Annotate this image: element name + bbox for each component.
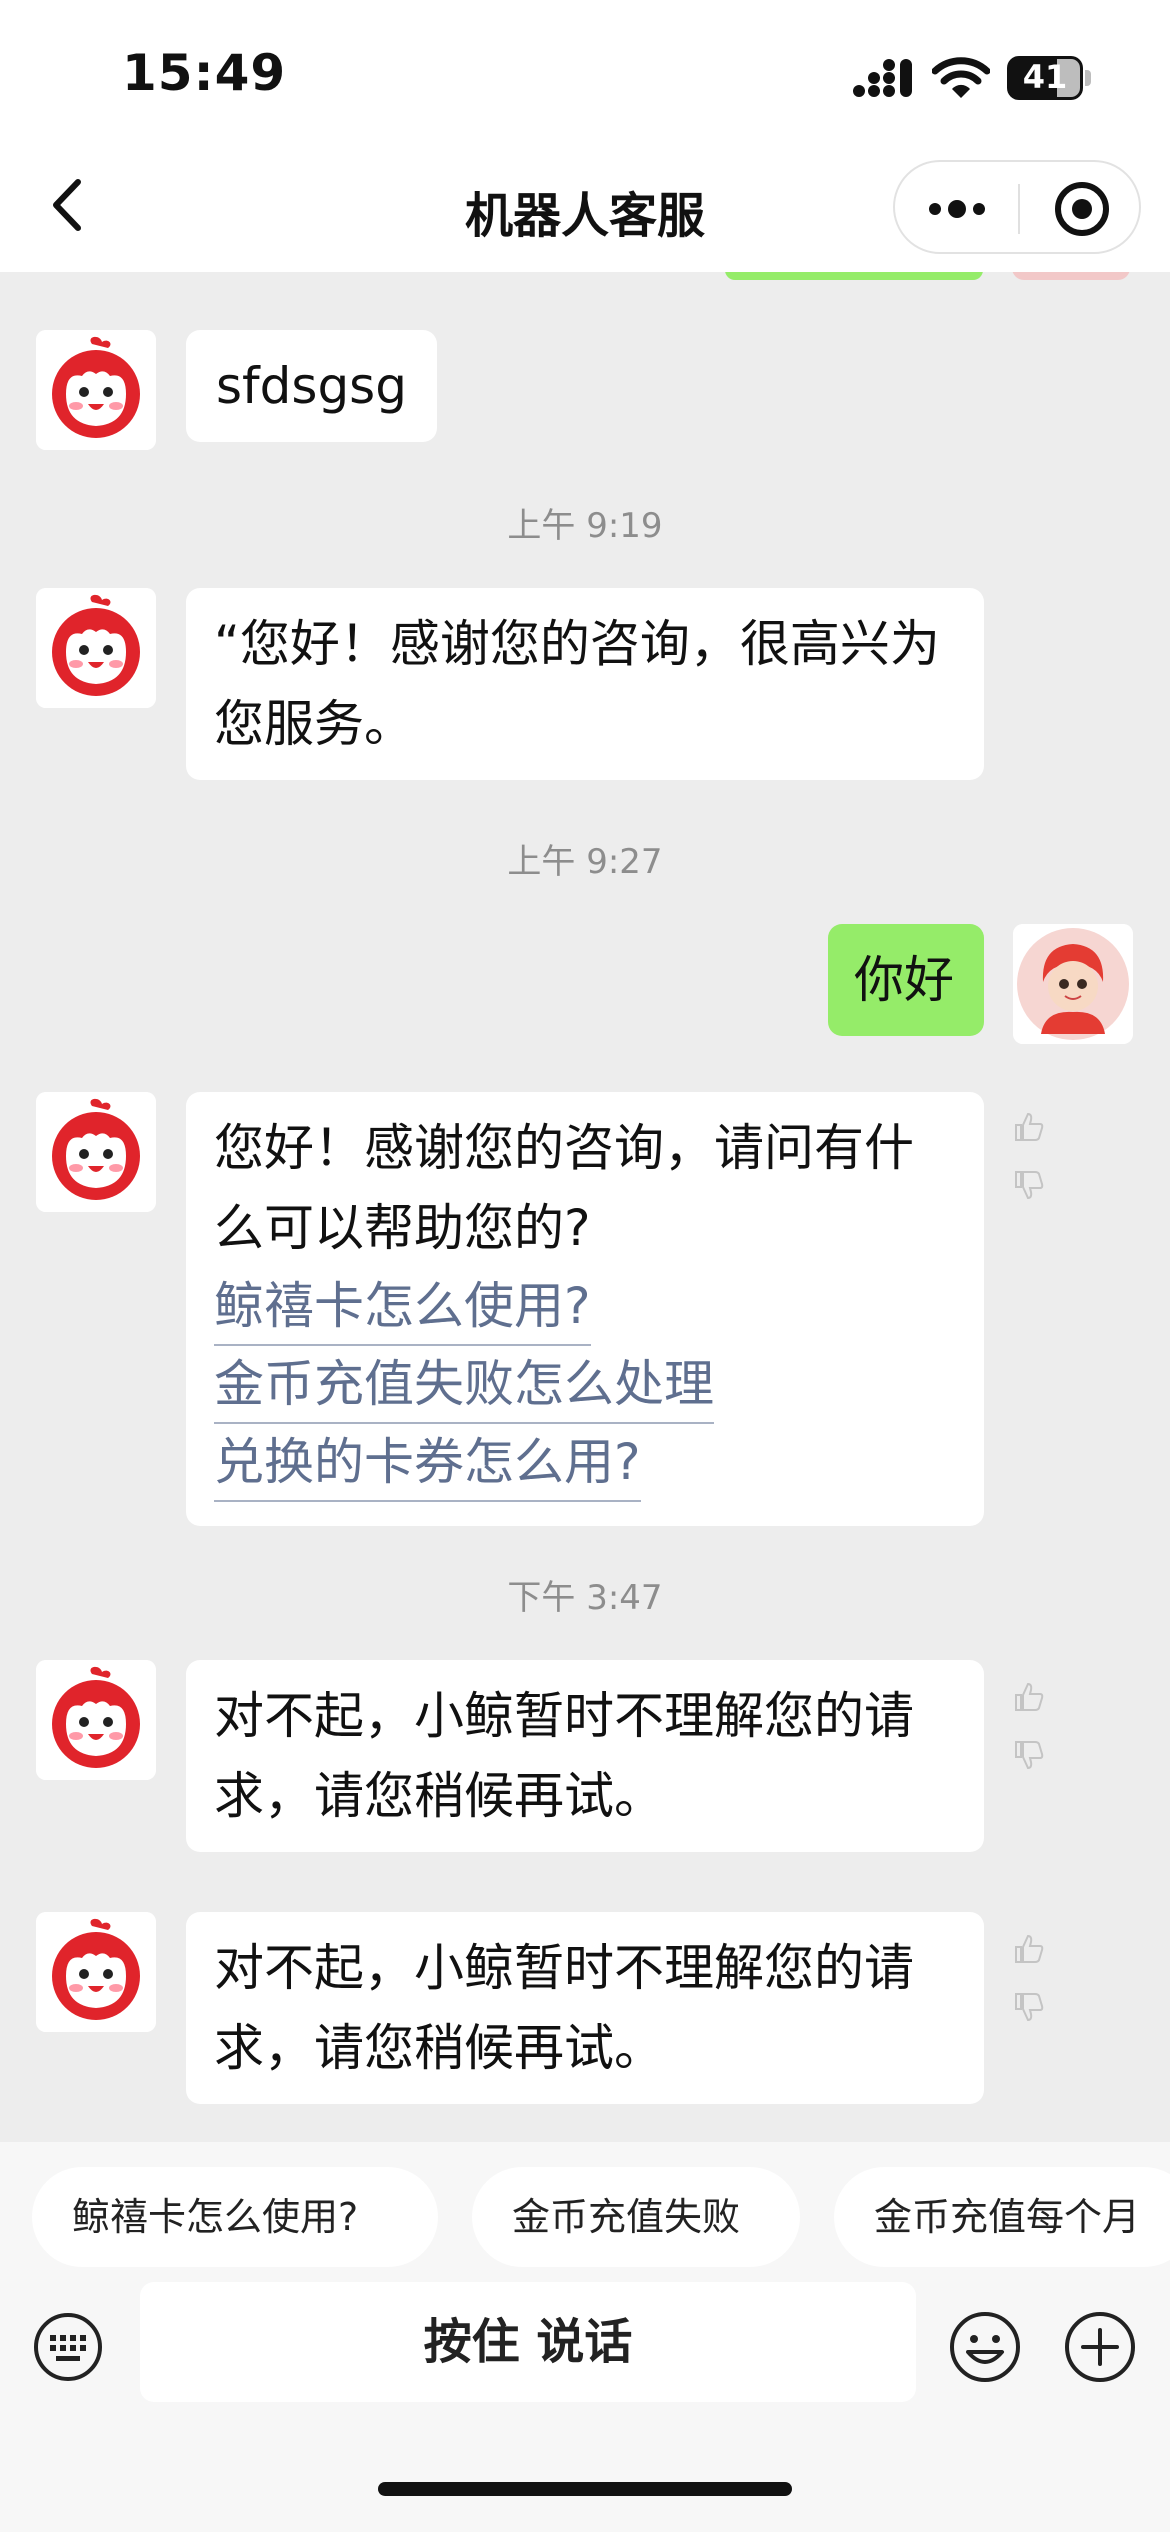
plus-icon[interactable]	[1063, 2310, 1137, 2384]
thumbs-down-icon[interactable]	[1012, 1168, 1046, 1202]
bot-avatar[interactable]	[36, 1912, 156, 2032]
bot-avatar[interactable]	[36, 330, 156, 450]
message-line: 对不起，小鲸暂时不理解您的请	[214, 1687, 914, 1745]
hold-to-talk-button[interactable]: 按住 说话	[140, 2282, 916, 2402]
thumbs-down-icon[interactable]	[1012, 1738, 1046, 1772]
timestamp: 上午 9:27	[507, 842, 663, 882]
user-message[interactable]: 你好	[828, 924, 984, 1036]
message-line: 求，请您稍候再试。	[214, 1767, 664, 1825]
input-bar: 按住 说话	[0, 2272, 1170, 2532]
keyboard-icon[interactable]	[32, 2311, 104, 2383]
message-line: 对不起，小鲸暂时不理解您的请	[214, 1939, 914, 1997]
top-bar: 15:49 41 机器人客服	[0, 0, 1170, 272]
miniprogram-capsule	[893, 160, 1141, 254]
bot-mascot-icon	[36, 588, 156, 708]
bot-message[interactable]: 您好！感谢您的咨询，请问有什 么可以帮助您的? 鲸禧卡怎么使用? 金币充值失败怎…	[186, 1092, 984, 1526]
battery-icon: 41	[1007, 56, 1091, 100]
quick-reply-chip[interactable]: 金币充值失败	[472, 2167, 800, 2267]
timestamp: 上午 9:19	[507, 506, 663, 546]
wifi-icon	[932, 57, 990, 98]
quick-reply-chip[interactable]: 金币充值每个月	[834, 2167, 1170, 2267]
message-line: 么可以帮助您的?	[214, 1199, 591, 1257]
emoji-icon[interactable]	[948, 2310, 1022, 2384]
bot-message[interactable]: sfdsgsg	[186, 330, 437, 442]
capsule-divider	[1018, 184, 1020, 234]
cellular-signal-icon	[853, 59, 912, 97]
user-avatar[interactable]	[1013, 924, 1133, 1044]
suggested-question-link[interactable]: 金币充值失败怎么处理	[214, 1346, 714, 1424]
home-indicator	[378, 2482, 792, 2496]
suggested-question-link[interactable]: 兑换的卡券怎么用?	[214, 1424, 641, 1502]
close-miniprogram-icon[interactable]	[1053, 180, 1111, 238]
more-icon[interactable]	[925, 184, 989, 234]
message-list[interactable]: sfdsgsg 上午 9:19 “您好！感谢您的咨询，很高兴为 您服务。 上午 …	[0, 272, 1170, 2142]
battery-percent: 41	[1022, 58, 1068, 96]
thumbs-down-icon[interactable]	[1012, 1990, 1046, 2024]
bot-avatar[interactable]	[36, 1660, 156, 1780]
bot-avatar[interactable]	[36, 588, 156, 708]
message-line: 您好！感谢您的咨询，请问有什	[214, 1119, 914, 1177]
previous-message-edge	[725, 272, 983, 280]
message-line: “您好！感谢您的咨询，很高兴为	[214, 615, 940, 673]
message-line: 您服务。	[214, 695, 414, 753]
quick-reply-bar[interactable]: 鲸禧卡怎么使用? 金币充值失败 金币充值每个月	[0, 2142, 1170, 2272]
user-avatar-image	[1013, 924, 1133, 1044]
bot-mascot-icon	[36, 330, 156, 450]
thumbs-up-icon[interactable]	[1012, 1680, 1046, 1714]
bot-mascot-icon	[36, 1092, 156, 1212]
status-time: 15:49	[122, 44, 287, 102]
thumbs-up-icon[interactable]	[1012, 1932, 1046, 1966]
bot-message[interactable]: 对不起，小鲸暂时不理解您的请 求，请您稍候再试。	[186, 1660, 984, 1852]
message-text: sfdsgsg	[216, 357, 407, 415]
bot-message[interactable]: 对不起，小鲸暂时不理解您的请 求，请您稍候再试。	[186, 1912, 984, 2104]
timestamp: 下午 3:47	[507, 1578, 663, 1618]
suggested-question-link[interactable]: 鲸禧卡怎么使用?	[214, 1268, 591, 1346]
bot-mascot-icon	[36, 1912, 156, 2032]
message-text: 你好	[854, 951, 954, 1009]
message-line: 求，请您稍候再试。	[214, 2019, 664, 2077]
bot-avatar[interactable]	[36, 1092, 156, 1212]
thumbs-up-icon[interactable]	[1012, 1110, 1046, 1144]
previous-avatar-edge	[1012, 272, 1130, 280]
bot-mascot-icon	[36, 1660, 156, 1780]
chat-screen: 15:49 41 机器人客服 sfdsgsg 上午 9:19 “您好！感谢您的咨…	[0, 0, 1170, 2532]
bot-message[interactable]: “您好！感谢您的咨询，很高兴为 您服务。	[186, 588, 984, 780]
quick-reply-chip[interactable]: 鲸禧卡怎么使用?	[32, 2167, 438, 2267]
